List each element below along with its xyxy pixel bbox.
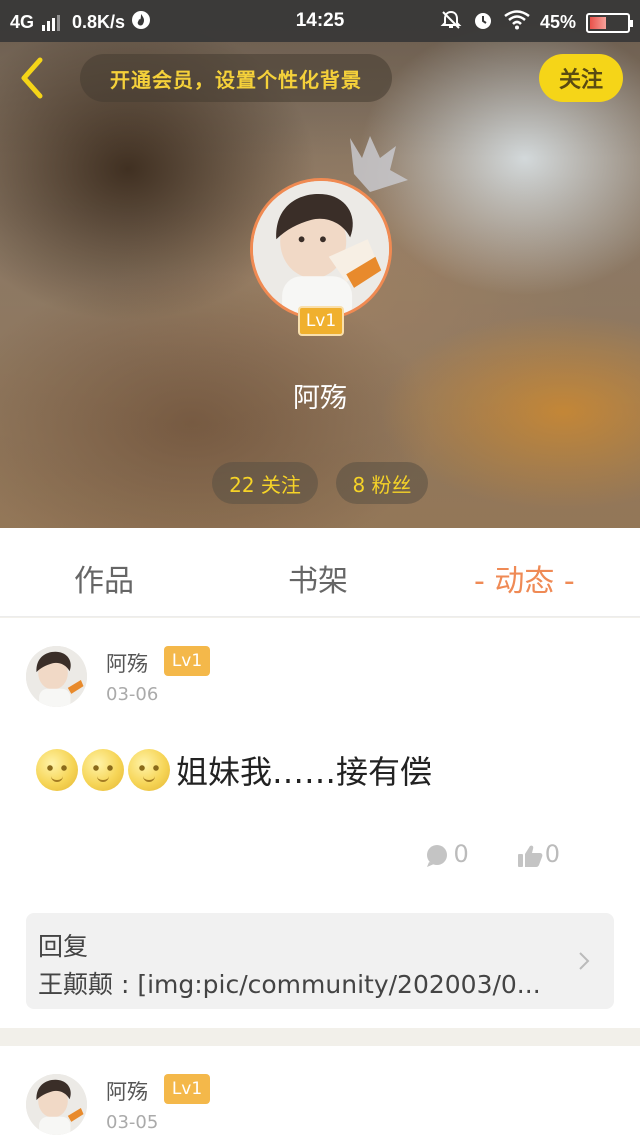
- post-header: 阿殇 Lv1 03-05: [26, 1074, 616, 1136]
- crown-icon: [350, 136, 408, 192]
- avatar-image: [253, 181, 389, 317]
- moon-face-emoji-icon: [128, 749, 170, 791]
- status-bar: 4G 0.8K/s 14:25 45%: [0, 0, 640, 42]
- chevron-right-icon: [579, 952, 590, 970]
- comment-button[interactable]: 0: [425, 840, 469, 868]
- back-button[interactable]: [14, 56, 54, 100]
- avatar-image: [26, 646, 87, 707]
- reply-preview[interactable]: 回复 王颠颠 : [img:pic/community/202003/0...: [26, 913, 614, 1009]
- comment-count: 0: [453, 840, 469, 868]
- reply-text: 王颠颠 : [img:pic/community/202003/0...: [38, 970, 541, 999]
- tab-works[interactable]: 作品: [74, 556, 134, 600]
- tab-bookshelf[interactable]: 书架: [288, 556, 348, 600]
- thumbs-up-icon: [517, 845, 543, 867]
- moon-face-emoji-icon: [82, 749, 124, 791]
- vip-banner-button[interactable]: 开通会员，设置个性化背景: [80, 54, 392, 102]
- post-author-avatar[interactable]: [26, 1074, 87, 1135]
- chevron-left-icon: [21, 57, 43, 99]
- like-count: 0: [544, 840, 560, 868]
- profile-level-badge: Lv1: [298, 306, 344, 336]
- alarm-icon: [472, 9, 494, 36]
- post-author-level: Lv1: [164, 646, 210, 676]
- post-actions: 0 0: [425, 840, 560, 868]
- post-author-name[interactable]: 阿殇: [106, 1076, 148, 1106]
- profile-name: 阿殇: [293, 383, 347, 414]
- profile-avatar[interactable]: [250, 178, 392, 320]
- post-author-name[interactable]: 阿殇: [106, 648, 148, 678]
- status-right: 45%: [440, 9, 633, 36]
- mute-bell-icon: [440, 9, 462, 36]
- fans-count-button[interactable]: 8 粉丝: [336, 462, 428, 504]
- comment-icon: [427, 845, 448, 867]
- post-text: 姐妹我……接有偿: [176, 753, 433, 791]
- feed-item[interactable]: 阿殇 Lv1 03-06 姐妹我……接有偿 0 0 回复 王颠颠 : [img:…: [0, 618, 640, 1028]
- moon-face-emoji-icon: [36, 749, 78, 791]
- post-author-avatar[interactable]: [26, 646, 87, 707]
- following-count-button[interactable]: 22 关注: [212, 462, 318, 504]
- battery-percent: 45%: [539, 12, 576, 32]
- battery-icon: [586, 12, 633, 33]
- post-content: 姐妹我……接有偿: [36, 748, 432, 792]
- profile-tabs: 作品 书架 - 动态 -: [0, 528, 640, 617]
- follow-button[interactable]: 关注: [539, 54, 623, 102]
- post-author-level: Lv1: [164, 1074, 210, 1104]
- tab-activity[interactable]: - 动态 -: [474, 556, 575, 600]
- post-date: 03-05: [106, 1112, 159, 1133]
- reply-title: 回复: [38, 932, 89, 961]
- profile-header: 4G 0.8K/s 14:25 45% 开通会员，设置个性化背景 关注 Lv1 …: [0, 0, 640, 528]
- post-date: 03-06: [106, 684, 159, 705]
- wifi-icon: [504, 10, 530, 35]
- avatar-image: [26, 1074, 87, 1135]
- post-header: 阿殇 Lv1 03-06: [26, 646, 616, 708]
- like-button[interactable]: 0: [517, 840, 560, 868]
- feed-item[interactable]: 阿殇 Lv1 03-05: [0, 1046, 640, 1138]
